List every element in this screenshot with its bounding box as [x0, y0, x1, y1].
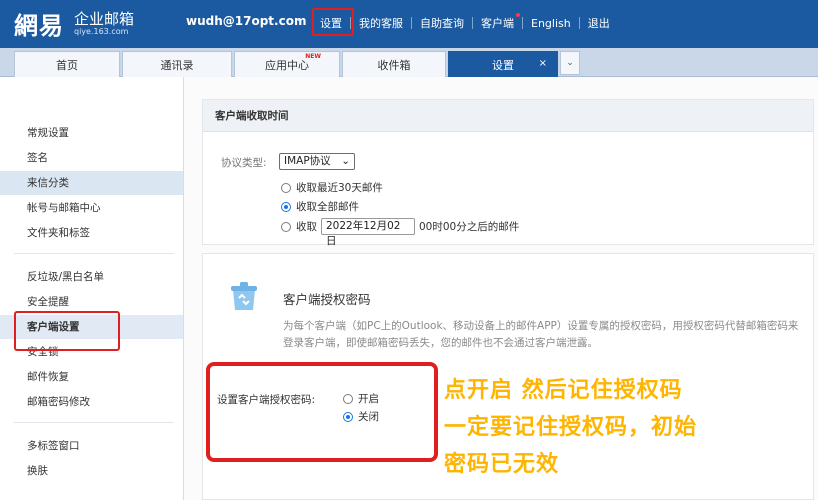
settings-highlight-box: [312, 8, 354, 36]
tab-contacts[interactable]: 通讯录: [122, 51, 232, 77]
top-header: 網易 企业邮箱 qiye.163.com wudh@17opt.com ⌄ 设置…: [0, 0, 818, 48]
option-label: 收取最近30天邮件: [296, 182, 383, 194]
radio-button-checked[interactable]: [281, 201, 291, 212]
sidebar-item-signature[interactable]: 签名: [0, 146, 183, 170]
logo-product: 企业邮箱: [74, 10, 135, 28]
auth-setting-highlight-box: [206, 362, 438, 462]
chevron-down-icon[interactable]: ⌄: [296, 15, 304, 25]
nav-logout[interactable]: 退出: [580, 15, 618, 31]
option-label: 收取全部邮件: [296, 201, 359, 213]
chevron-down-icon: ⌄: [341, 155, 350, 167]
client-receive-panel: 客户端收取时间 协议类型: IMAP协议 ⌄ 收取最近30天邮件 收取全部邮件 …: [202, 99, 814, 247]
sidebar-item-password-change[interactable]: 邮箱密码修改: [0, 390, 183, 414]
tab-more-button[interactable]: ⌄: [560, 51, 580, 75]
protocol-value: IMAP协议: [284, 155, 331, 167]
nav-client[interactable]: 客户端: [473, 13, 522, 31]
auth-title: 客户端授权密码: [283, 292, 371, 307]
client-settings-highlight-box: [14, 311, 120, 351]
top-nav: 设置 我的客服 自助查询 客户端 English 退出: [312, 10, 618, 36]
user-email[interactable]: wudh@17opt.com: [186, 14, 306, 28]
tab-home[interactable]: 首页: [14, 51, 120, 77]
receive-option-all[interactable]: 收取全部邮件: [281, 199, 359, 214]
new-badge: NEW: [305, 53, 321, 60]
annotation-line-1: 点开启 然后记住授权码: [444, 378, 683, 403]
protocol-label: 协议类型:: [221, 157, 267, 169]
tab-bar: 首页 通讯录 应用中心 NEW 收件箱 设置 ×: [0, 48, 818, 77]
sidebar-item-antispam[interactable]: 反垃圾/黑白名单: [0, 265, 183, 289]
protocol-select[interactable]: IMAP协议 ⌄: [279, 153, 355, 170]
sidebar-item-account-center[interactable]: 帐号与邮箱中心: [0, 196, 183, 220]
radio-button[interactable]: [281, 221, 291, 232]
option-label: 收取: [296, 221, 317, 233]
receive-option-30days[interactable]: 收取最近30天邮件: [281, 180, 383, 195]
receive-option-since-date[interactable]: 收取 2022年12月02日 00时00分之后的邮件: [281, 218, 520, 247]
date-input[interactable]: 2022年12月02日: [321, 218, 415, 247]
auth-description: 为每个客户端（如PC上的Outlook、移动设备上的邮件APP）设置专属的授权密…: [283, 320, 799, 349]
tab-settings[interactable]: 设置 ×: [448, 51, 558, 77]
sidebar-divider: [14, 422, 174, 423]
notification-dot: [516, 13, 520, 17]
sidebar-item-multi-tab[interactable]: 多标签窗口: [0, 434, 183, 458]
sidebar-item-folders-labels[interactable]: 文件夹和标签: [0, 221, 183, 245]
logo-brand[interactable]: 網易: [14, 6, 64, 41]
date-suffix: 00时00分之后的邮件: [419, 221, 520, 233]
nav-self-query[interactable]: 自助查询: [412, 15, 472, 31]
tab-app-center-label: 应用中心: [265, 58, 309, 72]
nav-my-service[interactable]: 我的客服: [351, 15, 411, 31]
annotation-line-2: 一定要记住授权码，初始: [444, 415, 698, 440]
close-icon[interactable]: ×: [539, 58, 547, 69]
sidebar-item-general[interactable]: 常规设置: [0, 121, 183, 145]
sidebar-item-mail-filter[interactable]: 来信分类: [0, 171, 183, 195]
sidebar-item-skin[interactable]: 换肤: [0, 459, 183, 483]
sidebar-divider: [14, 253, 174, 254]
tab-app-center[interactable]: 应用中心 NEW: [234, 51, 340, 77]
sidebar-item-mail-recovery[interactable]: 邮件恢复: [0, 365, 183, 389]
settings-sidebar: 常规设置 签名 来信分类 帐号与邮箱中心 文件夹和标签 反垃圾/黑白名单 安全提…: [0, 77, 184, 500]
logo-domain: qiye.163.com: [74, 27, 129, 36]
radio-button[interactable]: [281, 182, 291, 193]
nav-client-label: 客户端: [481, 17, 514, 30]
trash-can-icon: [231, 282, 257, 310]
annotation-line-3: 密码已无效: [444, 452, 560, 477]
nav-english[interactable]: English: [523, 17, 579, 30]
panel-title: 客户端收取时间: [203, 100, 813, 132]
tab-inbox[interactable]: 收件箱: [342, 51, 446, 77]
tab-settings-label: 设置: [492, 58, 514, 72]
